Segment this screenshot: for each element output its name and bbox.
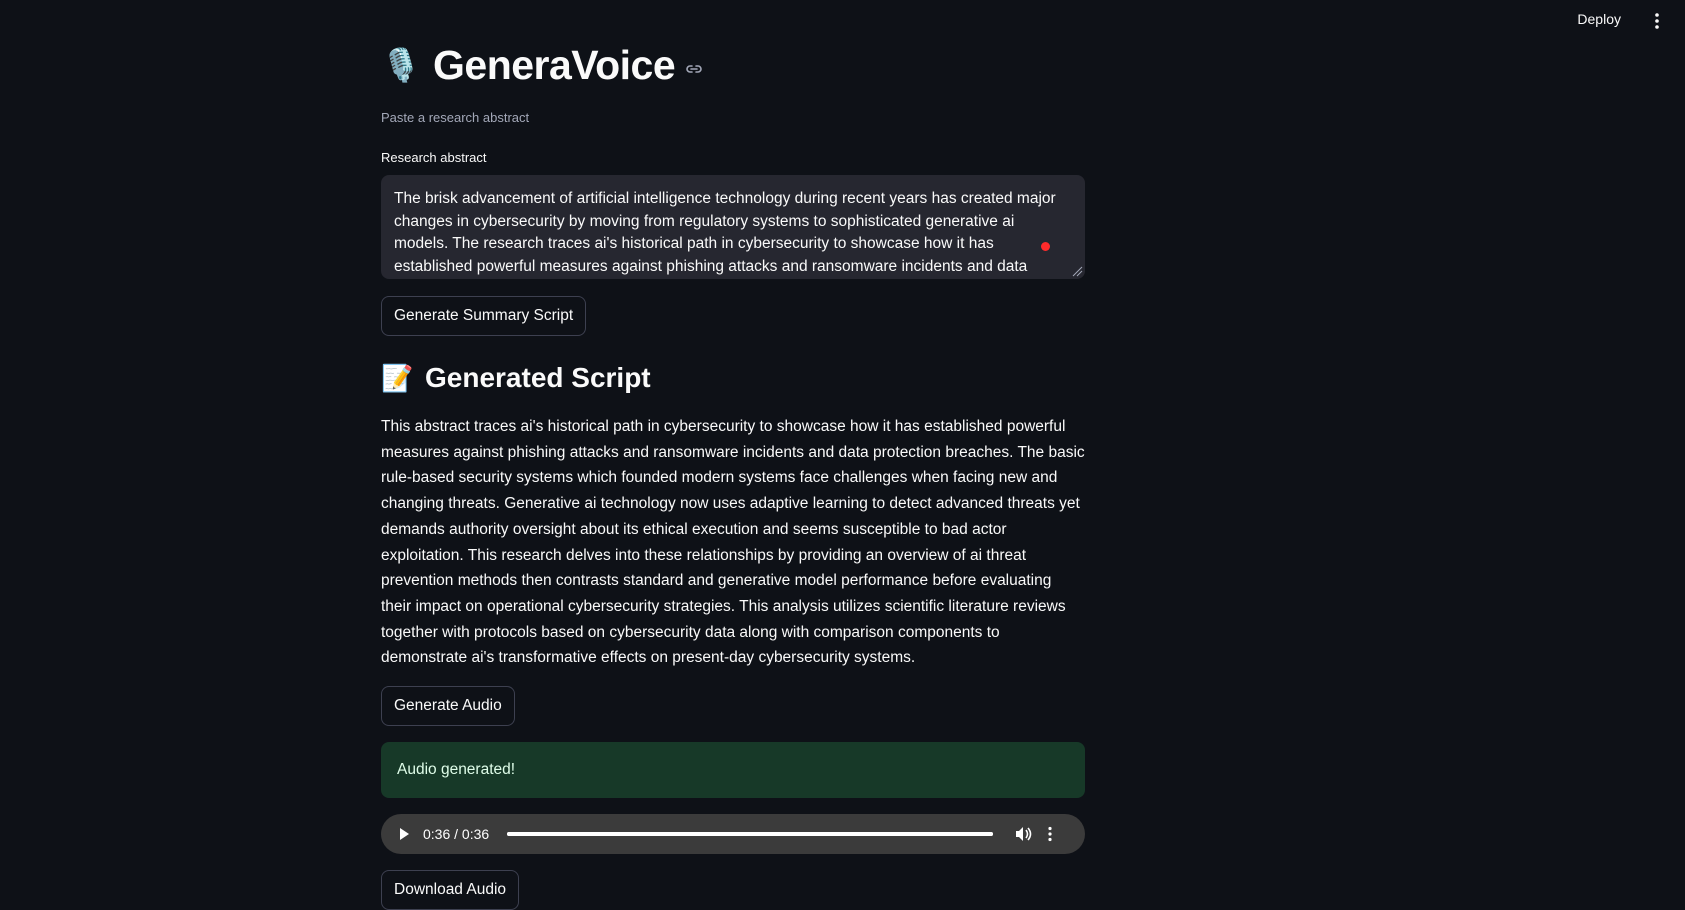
audio-progress-bar[interactable]	[507, 832, 993, 836]
microphone-icon: 🎙️	[381, 47, 421, 83]
volume-icon[interactable]	[1015, 826, 1033, 842]
generate-summary-button[interactable]: Generate Summary Script	[381, 296, 587, 336]
section-title: Generated Script	[425, 362, 651, 393]
script-section-header: 📝 Generated Script	[381, 362, 651, 394]
abstract-text: The brisk advancement of artificial inte…	[394, 190, 1056, 275]
audio-time: 0:36 / 0:36	[423, 826, 490, 842]
download-audio-button[interactable]: Download Audio	[381, 870, 520, 910]
audio-player: 0:36 / 0:36	[381, 814, 1085, 854]
kebab-menu-icon[interactable]	[1649, 12, 1665, 30]
success-message: Audio generated!	[397, 761, 516, 778]
title-row: 🎙️ GeneraVoice	[381, 40, 703, 90]
memo-icon: 📝	[381, 362, 414, 393]
page-title: GeneraVoice	[433, 41, 676, 88]
audio-progress-fill	[507, 832, 993, 836]
link-icon[interactable]	[685, 63, 703, 75]
play-icon[interactable]	[397, 827, 411, 841]
success-alert: Audio generated!	[381, 742, 1085, 798]
deploy-button[interactable]: Deploy	[1577, 11, 1621, 27]
resize-handle-icon[interactable]	[1071, 265, 1083, 277]
audio-options-icon[interactable]	[1047, 826, 1053, 842]
subtitle: Paste a research abstract	[381, 110, 530, 125]
generate-audio-button[interactable]: Generate Audio	[381, 686, 515, 726]
abstract-textarea[interactable]: The brisk advancement of artificial inte…	[381, 175, 1085, 279]
cursor-indicator	[1041, 242, 1050, 251]
generated-script-text: This abstract traces ai's historical pat…	[381, 418, 1085, 667]
abstract-label: Research abstract	[381, 150, 487, 165]
top-bar: Deploy	[0, 0, 1685, 42]
